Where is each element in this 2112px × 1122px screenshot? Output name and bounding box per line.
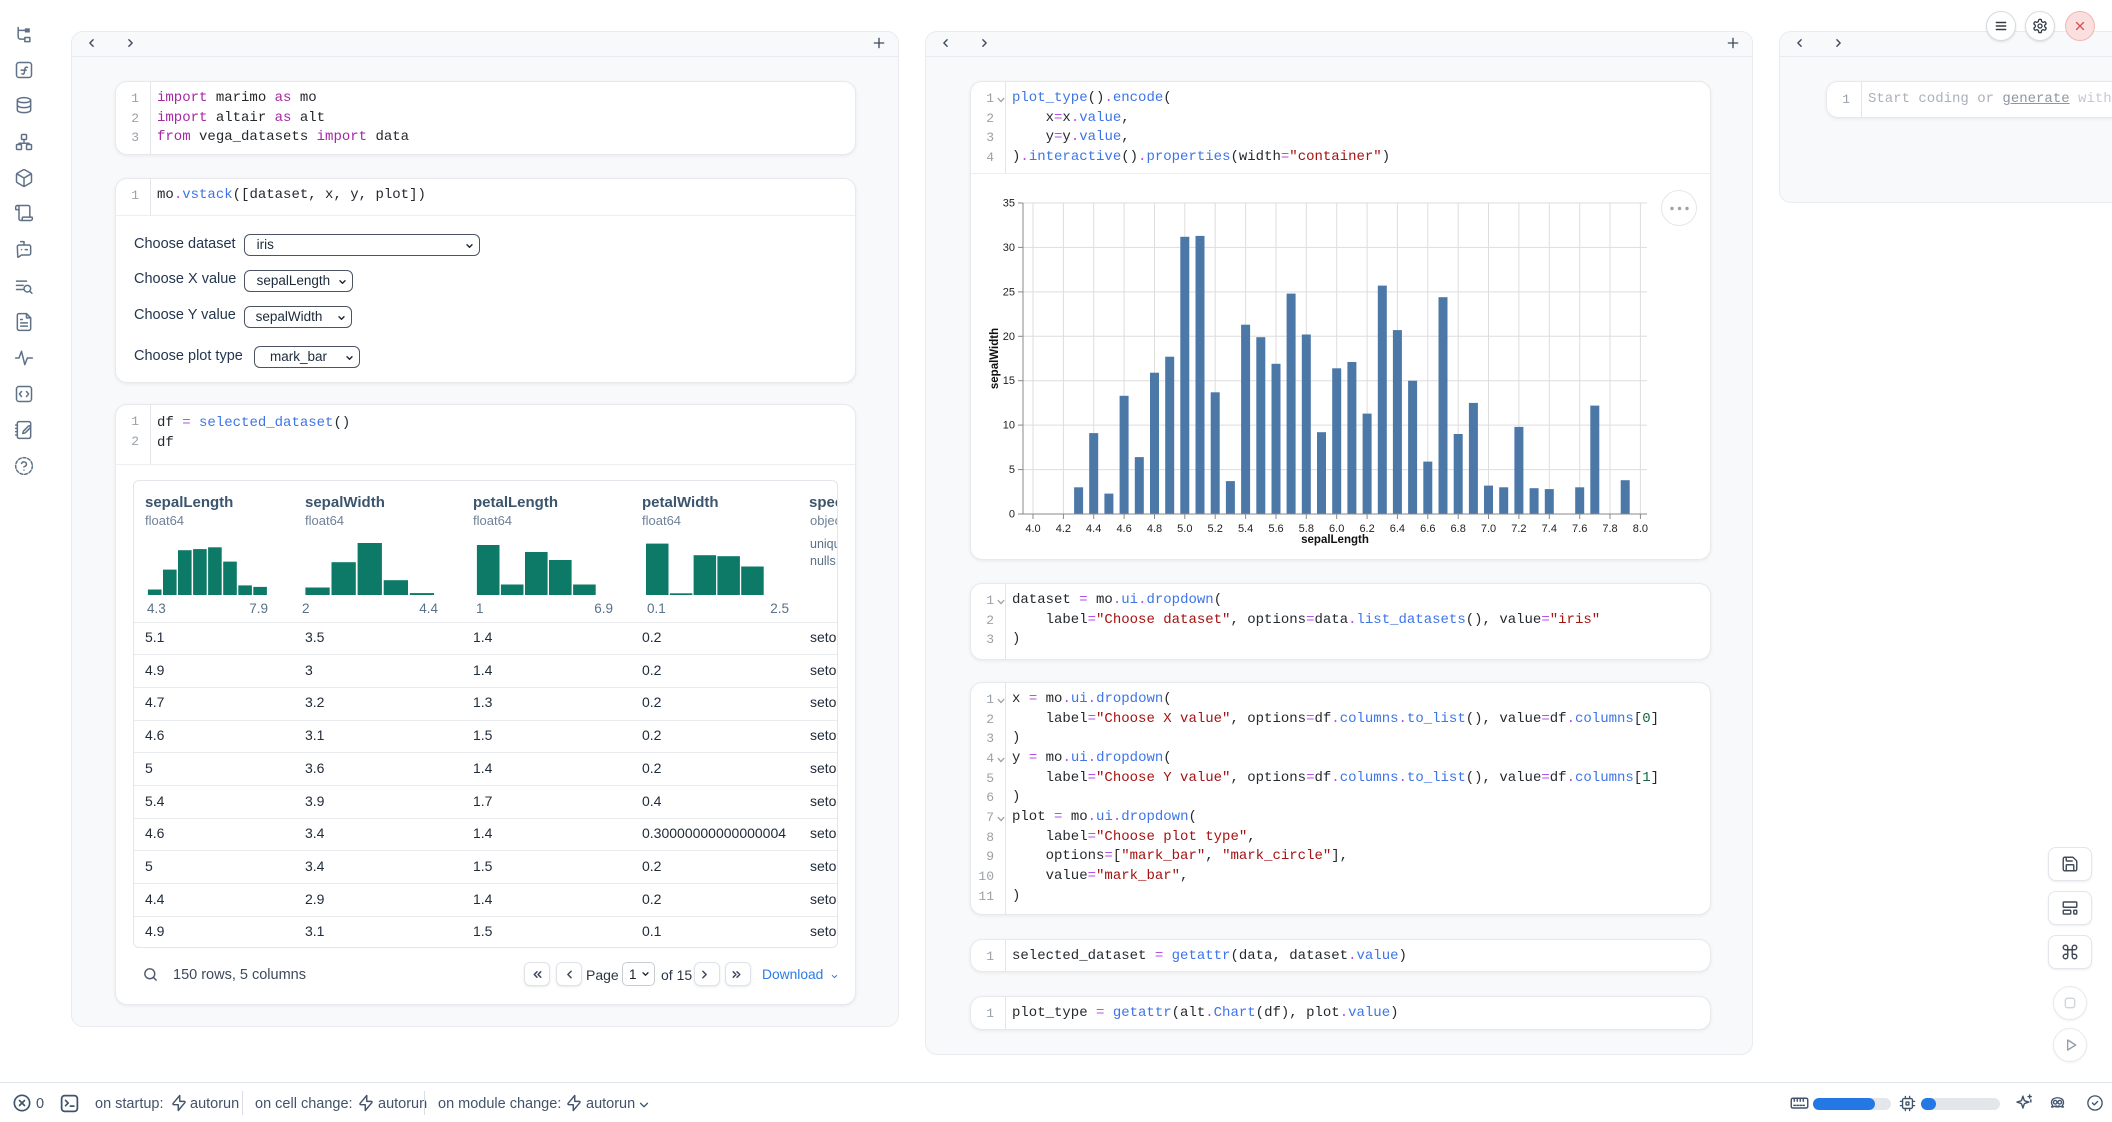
svg-text:4.6: 4.6 [1116,523,1131,535]
svg-text:4.0: 4.0 [1025,523,1040,535]
svg-text:5.4: 5.4 [1238,523,1253,535]
svg-text:5.6: 5.6 [1268,523,1283,535]
svg-text:7.6: 7.6 [1572,523,1587,535]
svg-text:6.8: 6.8 [1451,523,1466,535]
svg-text:0: 0 [1009,509,1015,521]
svg-text:7.2: 7.2 [1511,523,1526,535]
svg-text:4.8: 4.8 [1147,523,1162,535]
svg-text:4.2: 4.2 [1056,523,1071,535]
svg-text:25: 25 [1003,286,1015,298]
svg-text:30: 30 [1003,242,1015,254]
svg-text:6.4: 6.4 [1390,523,1405,535]
svg-text:8.0: 8.0 [1633,523,1648,535]
svg-text:15: 15 [1003,375,1015,387]
svg-text:4.4: 4.4 [1086,523,1101,535]
svg-text:20: 20 [1003,331,1015,343]
svg-text:5.0: 5.0 [1177,523,1192,535]
svg-text:6.6: 6.6 [1420,523,1435,535]
svg-text:5.2: 5.2 [1208,523,1223,535]
svg-text:7.8: 7.8 [1602,523,1617,535]
svg-text:sepalWidth: sepalWidth [989,328,1001,389]
svg-text:sepalLength: sepalLength [1301,534,1369,546]
svg-text:10: 10 [1003,420,1015,432]
svg-text:7.4: 7.4 [1542,523,1557,535]
svg-text:5: 5 [1009,464,1015,476]
svg-text:7.0: 7.0 [1481,523,1496,535]
svg-text:35: 35 [1003,198,1015,210]
